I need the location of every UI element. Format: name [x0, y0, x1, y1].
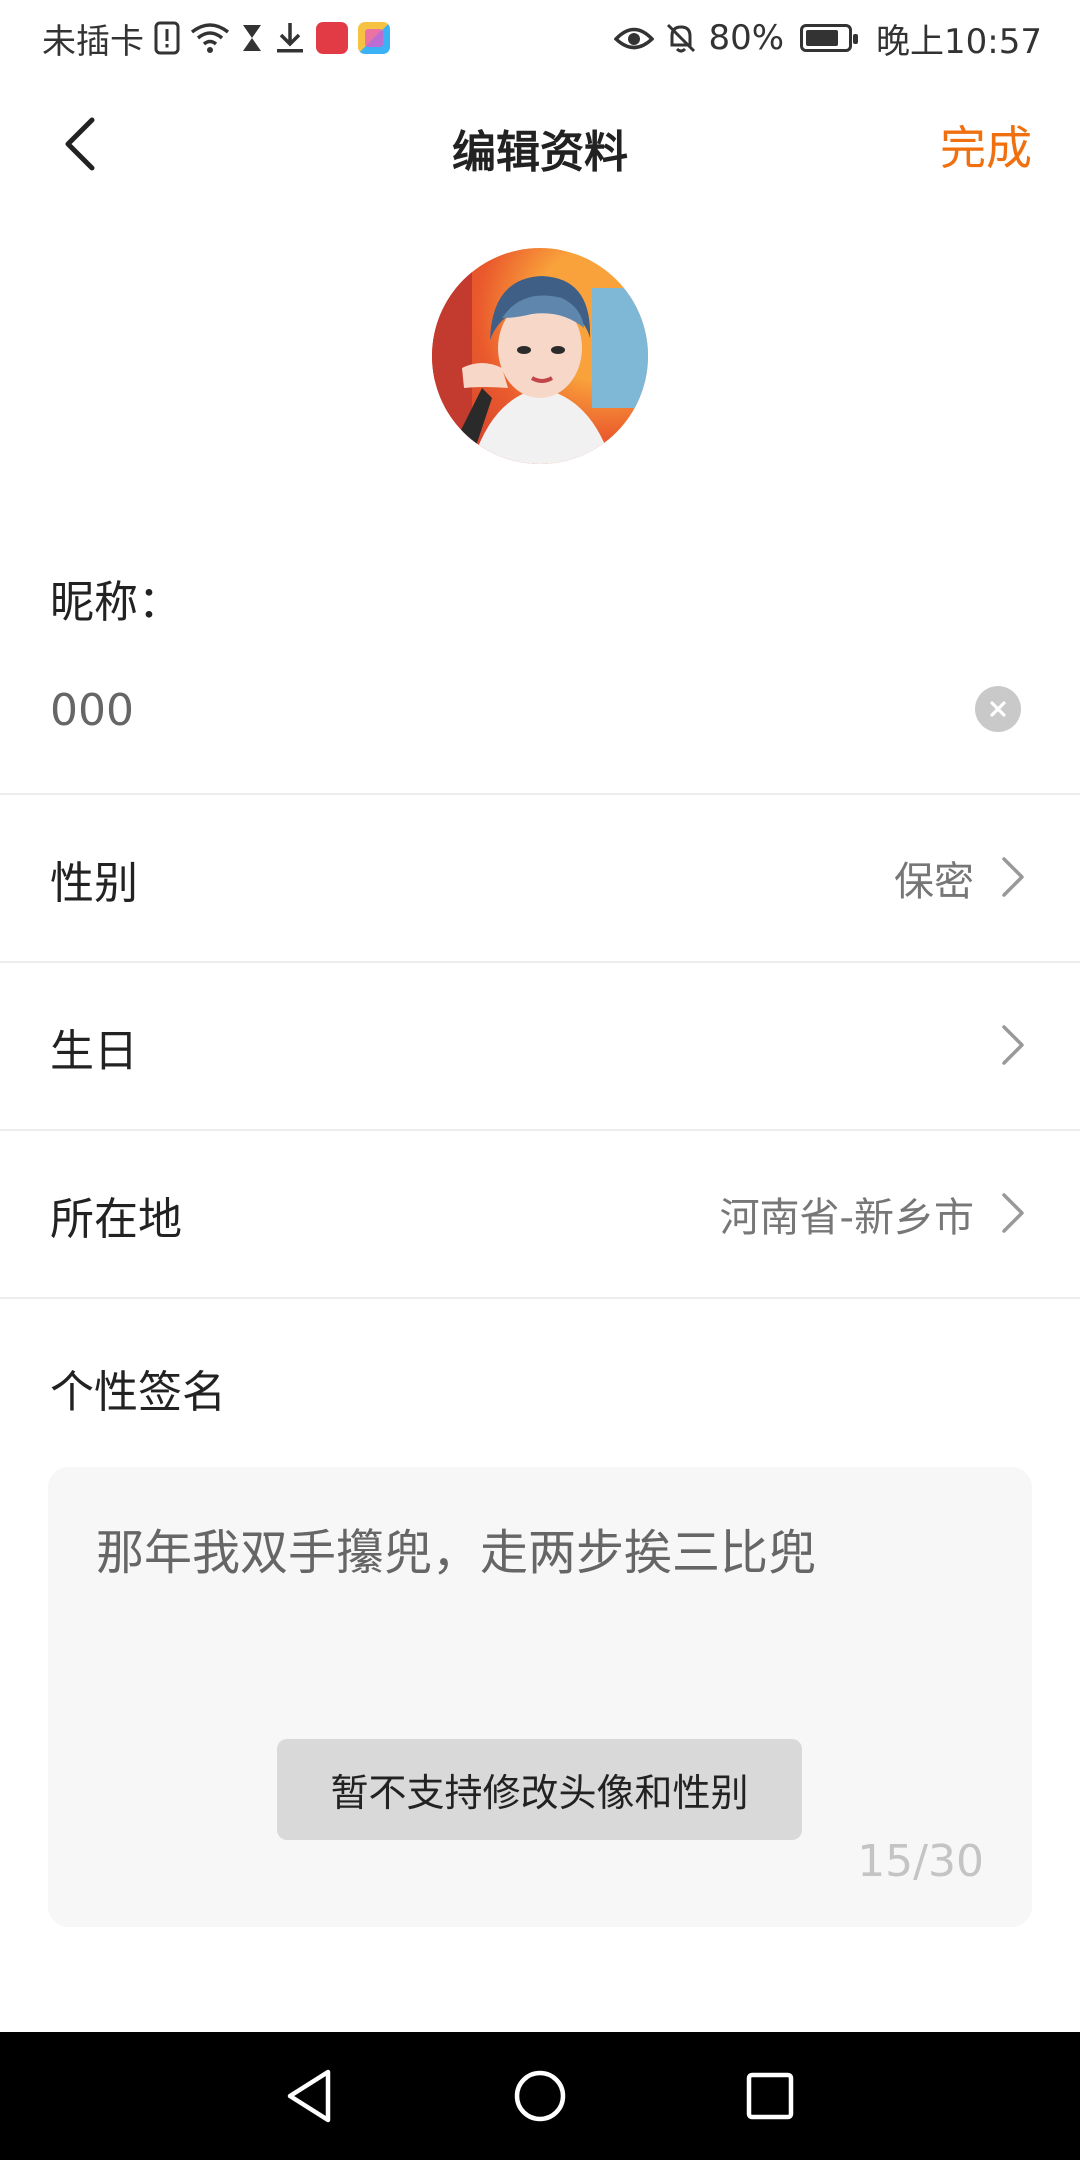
battery-percent: 80%	[708, 18, 785, 58]
signature-textarea[interactable]: 那年我双手攥兜，走两步挨三比兜 15/30	[48, 1467, 1032, 1927]
eye-icon	[614, 22, 655, 54]
location-label: 所在地	[50, 1194, 182, 1245]
location-row[interactable]: 所在地 河南省-新乡市	[0, 1131, 1080, 1297]
chevron-right-icon	[1002, 1025, 1024, 1065]
gender-value: 保密	[894, 859, 974, 905]
chevron-right-icon	[1002, 1193, 1024, 1233]
download-icon	[274, 21, 306, 55]
location-value: 河南省-新乡市	[719, 1195, 974, 1241]
circle-home-icon	[514, 2070, 566, 2122]
carrier-text: 未插卡	[42, 21, 144, 62]
battery-icon	[800, 24, 859, 52]
square-recents-icon	[746, 2072, 794, 2120]
avatar[interactable]	[432, 248, 648, 464]
nav-back-button[interactable]	[270, 2056, 350, 2136]
gender-row[interactable]: 性别 保密	[0, 795, 1080, 961]
hourglass-icon	[240, 22, 264, 54]
signature-text: 那年我双手攥兜，走两步挨三比兜	[96, 1525, 817, 1581]
navigation-bar	[0, 2032, 1080, 2160]
divider	[0, 1297, 1080, 1299]
avatar-illustration	[432, 248, 648, 464]
battery-level	[806, 30, 839, 46]
status-bar-right: 80% 晚上10:57	[614, 14, 1042, 63]
gender-label: 性别	[50, 858, 138, 909]
triangle-back-icon	[287, 2069, 331, 2123]
nickname-label: 昵称：	[50, 577, 182, 628]
done-button[interactable]: 完成	[940, 112, 1032, 178]
birthday-row[interactable]: 生日	[0, 963, 1080, 1129]
chevron-right-icon	[1002, 857, 1024, 897]
nav-recents-button[interactable]	[730, 2056, 810, 2136]
toast-message: 暂不支持修改头像和性别	[277, 1739, 802, 1840]
close-icon	[990, 701, 1006, 717]
status-bar: 未插卡 80% 晚上10:57	[0, 0, 1080, 76]
signature-label: 个性签名	[50, 1367, 226, 1418]
wifi-icon	[190, 22, 230, 54]
nav-home-button[interactable]	[500, 2056, 580, 2136]
page-title: 编辑资料	[452, 127, 628, 178]
colorful-app-icon	[358, 22, 390, 54]
header: 编辑资料 完成	[0, 92, 1080, 196]
clock-text: 晚上10:57	[876, 21, 1042, 62]
red-app-icon	[316, 22, 348, 54]
sim-alert-icon	[154, 21, 180, 55]
signature-char-count: 15/30	[857, 1836, 984, 1887]
clear-nickname-button[interactable]	[975, 686, 1021, 732]
status-bar-left: 未插卡	[42, 14, 390, 63]
birthday-label: 生日	[50, 1026, 138, 1077]
bell-off-icon	[664, 21, 698, 55]
nickname-input[interactable]	[50, 680, 950, 740]
